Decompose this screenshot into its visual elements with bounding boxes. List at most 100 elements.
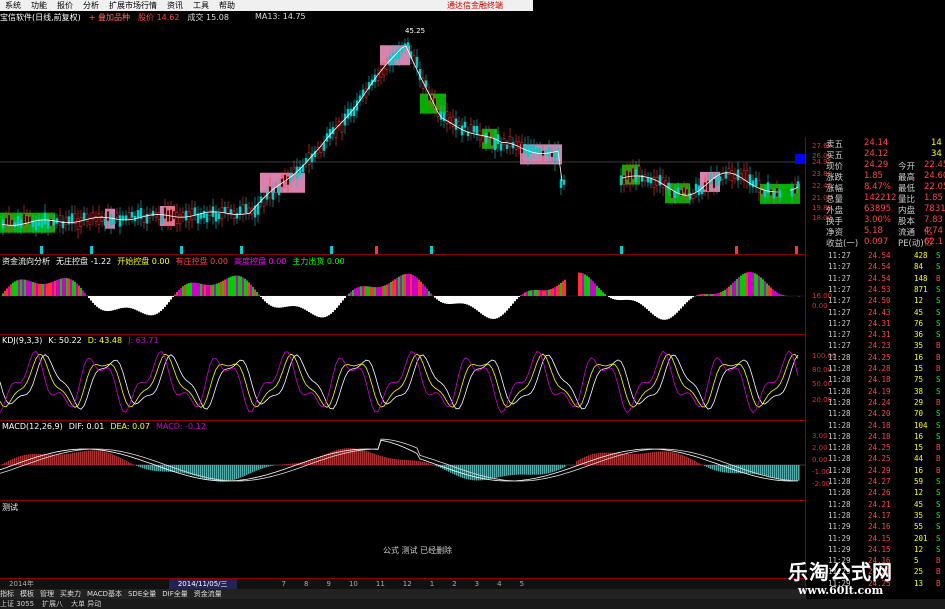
fund-bar [328,296,330,316]
fund-bar [116,296,118,310]
overlay-button[interactable]: + 叠加品种 [89,12,130,24]
macd-bar [376,454,378,465]
fund-bar [726,288,728,296]
macd-bar [546,465,548,474]
indicator-tab-7[interactable]: 资金流量 [194,589,222,599]
fund-bar [526,291,528,296]
macd-bar [64,454,66,465]
macd-bar [46,454,48,465]
candle-body [628,171,632,184]
candle-body [85,213,89,222]
fund-bar [778,293,780,296]
candle-body [178,214,182,225]
volume-mark [240,246,243,254]
status-item-2[interactable]: 大单 异动 [71,599,101,609]
indicator-pane-test[interactable] [0,500,805,579]
menu-item-6[interactable]: 工具 [188,0,214,11]
menu-item-2[interactable]: 报价 [52,0,78,11]
fund-bar [596,285,598,296]
macd-bar [114,455,116,465]
fund-bar [64,277,66,296]
quote-value-2: 24.60 [924,171,945,181]
status-item-1[interactable]: 扩展八 [42,599,63,609]
indicator-tab-6[interactable]: DIF全量 [162,589,187,599]
candle-body [157,212,161,220]
price-chart[interactable] [0,24,805,254]
tick-cell: 25 [914,567,924,577]
tick-cell: 24.21 [868,499,891,509]
fund-bar [180,287,182,296]
macd-bar [686,456,688,465]
tick-cell: B [936,567,941,577]
quote-row: 收益(一) 0.097 PE(动) 62.1 [806,237,945,249]
macd-bar [522,465,524,475]
fund-bar [120,296,122,309]
macd-bar [506,465,508,476]
menu-item-0[interactable]: 系统 [0,0,26,11]
fund-bar [756,274,758,296]
indicator-tab-1[interactable]: 模板 [20,589,34,599]
fund-bar [84,292,86,296]
fund-bar [772,289,774,296]
tick-row: 11:28 24.25 44 B [806,454,945,463]
macd-bar [66,453,68,465]
candle-body [109,214,113,226]
macd-bar [750,465,752,474]
fund-bar [634,296,636,302]
macd-bar [682,455,684,465]
status-item-0[interactable]: 上证 3055 [0,599,34,609]
menu-item-5[interactable]: 资讯 [162,0,188,11]
time-tick: 9 [326,580,331,588]
macd-bar [126,461,128,465]
candle-body [322,142,326,151]
tick-row: 11:28 24.18 104 S [806,421,945,430]
fund-bar [468,296,470,306]
menu-item-7[interactable]: 帮助 [214,0,240,11]
fund-bar [632,296,634,301]
macd-bar [234,465,236,480]
macd-bar [770,465,772,478]
menu-item-1[interactable]: 功能 [26,0,52,11]
fund-bar [268,296,270,305]
macd-bar [462,465,464,478]
macd-bar [240,465,242,478]
macd-bar [706,465,708,468]
fund-bar [458,296,460,304]
time-tick: 2 [452,580,457,588]
tick-cell: S [936,544,941,554]
macd-bar [14,458,16,465]
fund-bar [14,281,16,296]
candle-body [7,214,11,227]
indicator-tab-3[interactable]: 买卖力 [60,589,81,599]
fund-bar [364,286,366,296]
fund-bar [666,296,668,320]
candle-body [115,212,119,218]
macd-bar [562,465,564,469]
fund-bar [464,296,466,304]
fund-bar [760,277,762,296]
macd-bar [284,464,286,465]
fund-bar [664,296,666,320]
fund-bar [766,283,768,296]
fund-bar [310,296,312,314]
tick-cell: 11:27 [828,284,851,294]
menu-item-4[interactable]: 扩展市场行情 [104,0,162,11]
menu-item-3[interactable]: 分析 [78,0,104,11]
candle-body [709,173,713,184]
tick-cell: 24.23 [868,341,891,351]
fund-bar [418,279,420,296]
indicator-tab-2[interactable]: 管理 [40,589,54,599]
stock-title[interactable]: 宝信软件(日线,前复权) [0,12,81,24]
candle-body [736,169,740,181]
macd-bar [144,465,146,469]
indicator-tab-5[interactable]: SDE全量 [128,589,156,599]
quote-row: 总量 142212 量比 1.85 [806,193,945,205]
indicator-tab-0[interactable]: 指标 [0,589,14,599]
watermark-url: www.60lt.com [798,584,884,597]
indicator-tab-4[interactable]: MACD基本 [87,589,122,599]
candle-body [16,216,20,227]
macd-bar [592,454,594,465]
macd-bar [90,450,92,465]
candle-body [82,212,86,220]
fund-bar [206,284,208,296]
